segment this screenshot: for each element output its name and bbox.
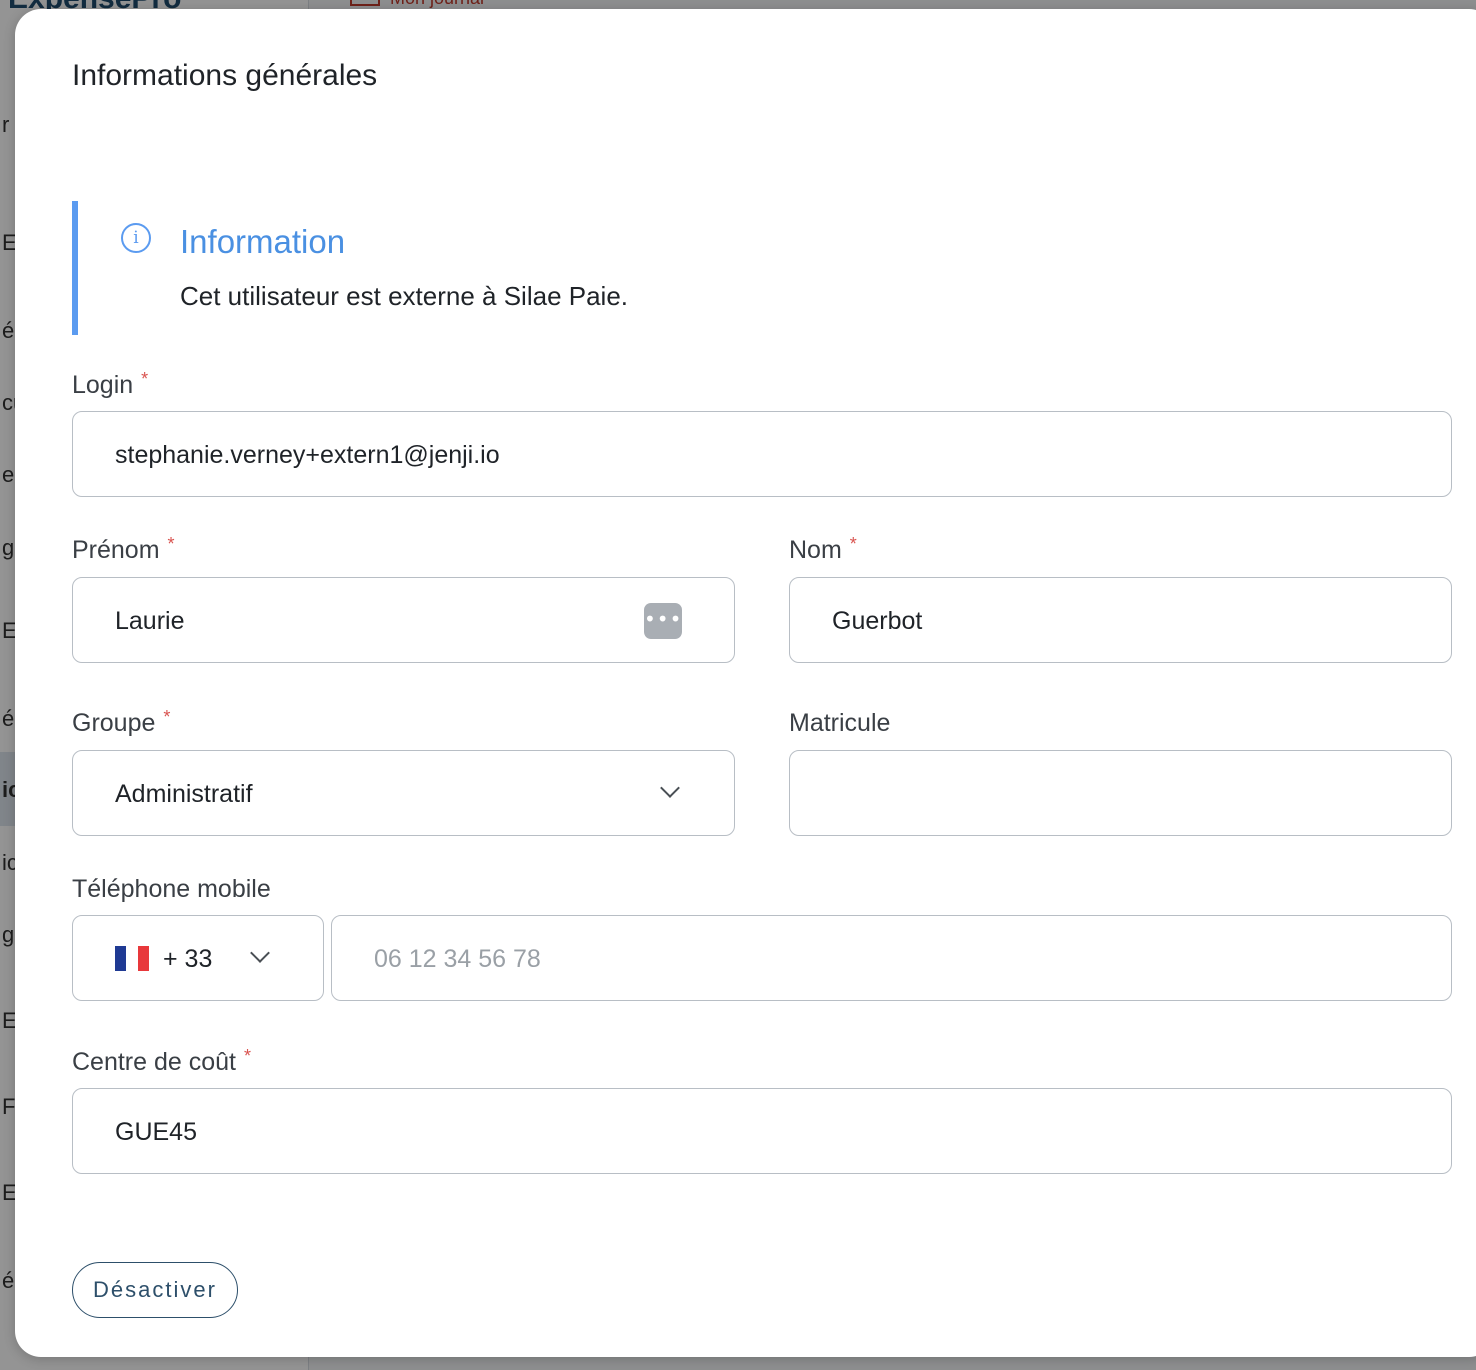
chevron-down-icon <box>660 778 680 798</box>
nom-input[interactable]: Guerbot <box>789 577 1452 663</box>
prenom-label: Prénom * <box>72 534 175 565</box>
country-code-value: + 33 <box>163 945 213 973</box>
prenom-value: Laurie <box>115 607 185 635</box>
nom-value: Guerbot <box>832 607 923 635</box>
prenom-label-text: Prénom <box>72 536 160 564</box>
centre-cout-label: Centre de coût * <box>72 1046 252 1077</box>
login-input[interactable]: stephanie.verney+extern1@jenji.io <box>72 411 1452 497</box>
phone-number-placeholder: 06 12 34 56 78 <box>374 945 541 973</box>
matricule-label-text: Matricule <box>789 709 891 737</box>
login-label-text: Login <box>72 371 134 399</box>
info-callout: i Information Cet utilisateur est extern… <box>72 201 1278 335</box>
required-mark: * <box>141 369 149 389</box>
keychain-icon[interactable]: •••| <box>644 603 689 639</box>
telephone-label-text: Téléphone mobile <box>72 875 271 903</box>
nom-label: Nom * <box>789 534 857 565</box>
login-value: stephanie.verney+extern1@jenji.io <box>115 441 500 469</box>
groupe-value: Administratif <box>115 780 253 808</box>
login-label: Login * <box>72 369 149 400</box>
groupe-label-text: Groupe <box>72 709 156 737</box>
prenom-input[interactable]: Laurie •••| <box>72 577 735 663</box>
telephone-label: Téléphone mobile <box>72 875 271 904</box>
centre-cout-input[interactable]: GUE45 <box>72 1088 1452 1174</box>
info-callout-title: Information <box>180 223 346 260</box>
matricule-input[interactable] <box>789 750 1452 836</box>
user-general-info-modal: Informations générales i Information Cet… <box>15 9 1476 1357</box>
country-code-select[interactable]: + 33 <box>72 915 324 1001</box>
required-mark: * <box>163 707 171 727</box>
info-icon: i <box>121 223 151 253</box>
groupe-select[interactable]: Administratif <box>72 750 735 836</box>
info-callout-text: Cet utilisateur est externe à Silae Paie… <box>180 281 629 311</box>
required-mark: * <box>167 534 175 554</box>
required-mark: * <box>849 534 857 554</box>
chevron-down-icon <box>250 943 270 963</box>
france-flag-icon <box>115 946 149 971</box>
nom-label-text: Nom <box>789 536 842 564</box>
centre-cout-value: GUE45 <box>115 1118 197 1146</box>
required-mark: * <box>244 1046 252 1066</box>
groupe-label: Groupe * <box>72 707 171 738</box>
deactivate-button[interactable]: Désactiver <box>72 1262 238 1318</box>
phone-number-input[interactable]: 06 12 34 56 78 <box>331 915 1452 1001</box>
matricule-label: Matricule <box>789 709 890 738</box>
modal-title: Informations générales <box>72 59 378 92</box>
centre-cout-label-text: Centre de coût <box>72 1048 236 1076</box>
